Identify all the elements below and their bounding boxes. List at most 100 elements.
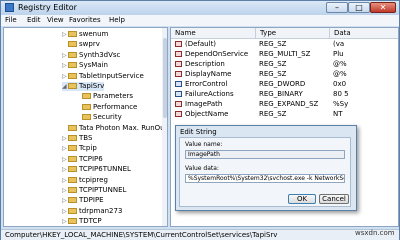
- watermark: wsxdn.com: [355, 229, 395, 237]
- folder-icon: [68, 155, 77, 162]
- value-name-field[interactable]: ImagePath: [185, 150, 345, 159]
- menu-bar: File Edit View Favorites Help: [1, 15, 399, 26]
- tree-item[interactable]: ▷ tdrpman273: [62, 207, 122, 216]
- tree-item-label: swprv: [79, 40, 100, 49]
- tree-item[interactable]: ▷ TabletInputService: [62, 72, 144, 81]
- value-type: REG_EXPAND_SZ: [259, 100, 319, 108]
- menu-help[interactable]: Help: [109, 16, 125, 24]
- folder-icon: [82, 114, 91, 121]
- folder-icon: [82, 93, 91, 100]
- status-path: Computer\HKEY_LOCAL_MACHINE\SYSTEM\Curre…: [5, 231, 278, 239]
- tree-item-label: TabletInputService: [79, 71, 144, 80]
- value-row[interactable]: ObjectName REG_SZ NT: [171, 110, 398, 119]
- tree-item[interactable]: ▷ TCPIP6TUNNEL: [62, 165, 131, 174]
- value-type: REG_BINARY: [259, 90, 303, 98]
- tree-item[interactable]: ▷ SysMain: [62, 61, 108, 70]
- tree-scrollbar[interactable]: [162, 28, 167, 226]
- value-row[interactable]: Description REG_SZ @%: [171, 60, 398, 69]
- folder-icon: [68, 62, 77, 69]
- folder-icon: [68, 218, 77, 225]
- value-name: ErrorControl: [185, 80, 228, 88]
- value-type: REG_SZ: [259, 110, 287, 118]
- value-row[interactable]: FailureActions REG_BINARY 80 5: [171, 90, 398, 99]
- string-value-icon: [175, 101, 182, 107]
- value-name: FailureActions: [185, 90, 234, 98]
- maximize-button[interactable]: □: [348, 2, 370, 13]
- folder-icon: [68, 187, 77, 193]
- value-type: REG_MULTI_SZ: [259, 50, 311, 58]
- dialog-title: Edit String: [180, 128, 217, 136]
- tree-item-label: swenum: [79, 30, 109, 38]
- tree-item[interactable]: ▷ TDTCP: [62, 217, 102, 226]
- tree-item-label: TDPIPE: [79, 196, 104, 205]
- tree-item[interactable]: Parameters: [76, 92, 133, 101]
- tree-item-label: Tata Photon Max. RunOuc: [79, 123, 168, 132]
- tree-item[interactable]: ▷ Tcpip: [62, 144, 97, 153]
- folder-icon: [68, 145, 77, 152]
- tree-item[interactable]: Tata Photon Max. RunOuc: [62, 123, 168, 133]
- value-data: 0x0: [333, 80, 347, 88]
- column-name-header[interactable]: Name: [171, 28, 255, 39]
- binary-value-icon: [175, 91, 182, 97]
- tree-item[interactable]: ▷ TBS: [62, 134, 92, 143]
- value-name: DisplayName: [185, 70, 232, 78]
- ok-button[interactable]: OK: [288, 194, 316, 204]
- folder-icon: [68, 207, 77, 214]
- string-value-icon: [175, 111, 182, 117]
- value-type: REG_SZ: [259, 70, 287, 78]
- tree-item[interactable]: swprv: [62, 40, 100, 49]
- value-data: (va: [333, 40, 345, 48]
- value-name: Description: [185, 60, 225, 68]
- tree-item[interactable]: ▷ tcpipreg: [62, 176, 108, 185]
- tree-item[interactable]: ▷ swenum: [62, 30, 108, 39]
- tree-item-label: TCPIP6TUNNEL: [79, 165, 131, 174]
- column-type-header[interactable]: Type: [255, 28, 330, 39]
- value-row[interactable]: ImagePath REG_EXPAND_SZ %Sy: [171, 100, 398, 109]
- tree-item[interactable]: ▷ TCPIP6: [62, 155, 103, 164]
- value-row[interactable]: ErrorControl REG_DWORD 0x0: [171, 80, 398, 89]
- value-name: ObjectName: [185, 110, 229, 118]
- cancel-button[interactable]: Cancel: [319, 194, 349, 204]
- value-data-input[interactable]: %SystemRoot%\System32\svchost.exe -k Net…: [185, 174, 345, 183]
- value-type: REG_DWORD: [259, 80, 306, 88]
- folder-icon: [68, 176, 77, 183]
- close-button[interactable]: ✕: [370, 2, 396, 13]
- tree-item-label: tcpipreg: [79, 175, 108, 184]
- registry-tree[interactable]: ▷ swenum swprv ▷ Synth3dVsc ▷ SysMain ▷ TabletIn…: [3, 27, 168, 227]
- tree-item[interactable]: Performance: [76, 103, 137, 112]
- string-value-icon: [175, 41, 182, 47]
- tree-item-label: Tcpip: [79, 144, 97, 153]
- folder-icon: [82, 103, 91, 110]
- tree-item-label: TBS: [79, 134, 93, 142]
- menu-view[interactable]: View: [47, 16, 64, 24]
- value-name: ImagePath: [185, 100, 223, 108]
- folder-icon: [68, 135, 77, 141]
- tree-scrollbar-thumb[interactable]: [163, 38, 167, 118]
- value-data-label: Value data:: [185, 165, 219, 172]
- menu-favorites[interactable]: Favorites: [69, 16, 101, 24]
- column-data-header[interactable]: Data: [329, 28, 398, 39]
- menu-edit[interactable]: Edit: [27, 16, 41, 24]
- tree-item[interactable]: ▷ TCPIPTUNNEL: [62, 186, 126, 195]
- value-row[interactable]: (Default) REG_SZ (va: [171, 40, 398, 49]
- window-title: Registry Editor: [18, 3, 77, 12]
- value-row[interactable]: DisplayName REG_SZ @%: [171, 70, 398, 79]
- edit-string-dialog: Edit String Value name: ImagePath Value …: [175, 125, 357, 211]
- status-bar: Computer\HKEY_LOCAL_MACHINE\SYSTEM\Curre…: [1, 229, 399, 240]
- tree-item[interactable]: ▷ TDPIPE: [62, 196, 104, 205]
- value-data: @%: [333, 60, 347, 68]
- tree-item[interactable]: ▷ Synth3dVsc: [62, 51, 120, 60]
- tree-item-label: Performance: [93, 102, 138, 111]
- folder-icon: [68, 197, 77, 204]
- menu-file[interactable]: File: [5, 16, 17, 24]
- tree-item[interactable]: Security: [76, 113, 122, 122]
- title-bar[interactable]: Registry Editor – □ ✕: [1, 1, 399, 15]
- minimize-button[interactable]: –: [326, 2, 348, 13]
- dialog-body: Value name: ImagePath Value data: %Syste…: [179, 137, 351, 207]
- value-row[interactable]: DependOnService REG_MULTI_SZ Plu: [171, 50, 398, 59]
- tree-item-label: Synth3dVsc: [79, 50, 121, 59]
- tree-item[interactable]: ◢ TapiSrv: [62, 82, 105, 91]
- value-data: Plu: [333, 50, 344, 58]
- tree-item-label: SysMain: [79, 61, 108, 70]
- value-type: REG_SZ: [259, 40, 287, 48]
